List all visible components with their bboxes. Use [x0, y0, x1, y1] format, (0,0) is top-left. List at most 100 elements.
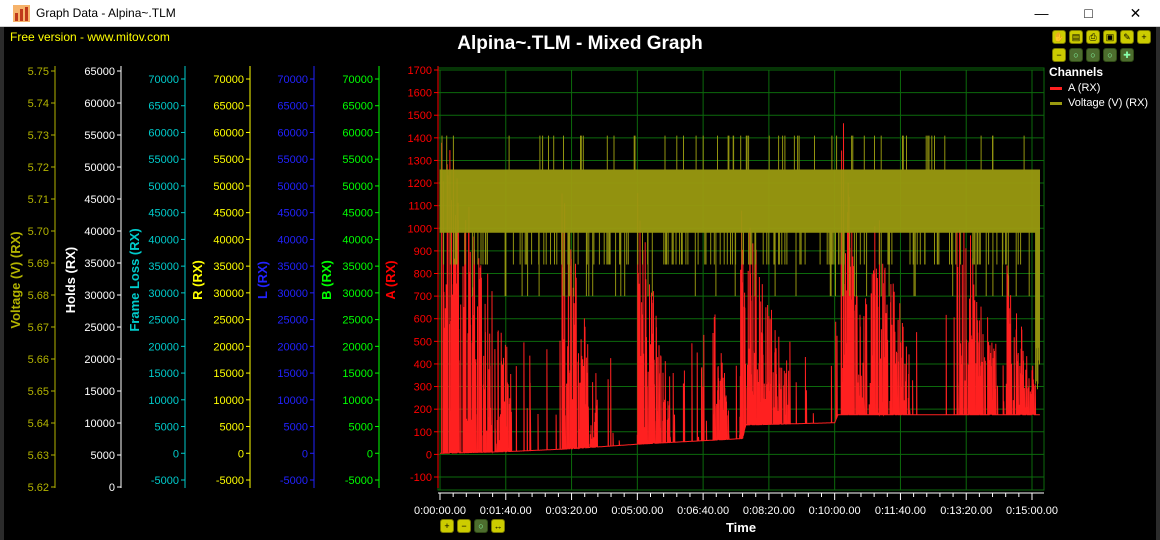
pan-horizontal-icon[interactable]: ↔ [491, 519, 505, 533]
axis-tick-label: 15000 [342, 368, 373, 380]
axis-tick-label: 0 [426, 449, 432, 461]
axis-tick-label: 35000 [148, 261, 179, 273]
pan-icon[interactable]: ✚ [1120, 48, 1134, 62]
axis-tick-label: 800 [414, 269, 432, 281]
axis-tick-label: 60000 [342, 127, 373, 139]
y-axis-6: 1700160015001400130012001100100090080070… [383, 65, 439, 488]
axis-tick-label: 50000 [148, 181, 179, 193]
legend-item-voltage[interactable]: Voltage (V) (RX) [1050, 97, 1148, 109]
axis-tick-label: 55000 [213, 154, 244, 166]
axis-tick-label: 60000 [84, 98, 115, 110]
axis-tick-label: 5.75 [28, 66, 49, 78]
axis-tick-label: 5.72 [28, 162, 49, 174]
axis-tick-label: 50000 [342, 181, 373, 193]
axis-tick-label: 5.70 [28, 226, 49, 238]
axis-tick-label: 55000 [84, 130, 115, 142]
axis-tick-label: 5.69 [28, 258, 49, 270]
x-axis-title: Time [726, 520, 756, 535]
axis-tick-label: 100 [414, 427, 432, 439]
axis-tick-label: 1600 [408, 88, 432, 100]
axis-tick-label: 40000 [342, 234, 373, 246]
axis-tick-label: 40000 [84, 226, 115, 238]
axis-tick-label: 50000 [277, 181, 308, 193]
axis-tick-label: -5000 [216, 475, 244, 487]
axis-tick-label: 5000 [349, 422, 373, 434]
axis-title: L (RX) [255, 261, 270, 299]
axis-tick-label: 5.74 [28, 98, 49, 110]
zoom-window-icon[interactable]: ○ [1086, 48, 1100, 62]
axis-tick-label: 10000 [148, 395, 179, 407]
bottom-zoom-out-icon[interactable]: − [457, 519, 471, 533]
axis-tick-label: 60000 [148, 127, 179, 139]
x-tick-label: 0:08:20.00 [743, 505, 795, 517]
zoom-reset-icon[interactable]: ○ [1069, 48, 1083, 62]
zoom-full-icon[interactable]: ○ [1103, 48, 1117, 62]
axis-tick-label: 0 [302, 448, 308, 460]
axis-tick-label: 500 [414, 336, 432, 348]
axis-tick-label: 25000 [342, 315, 373, 327]
axis-tick-label: 1300 [408, 155, 432, 167]
axis-tick-label: 10000 [213, 395, 244, 407]
axis-tick-label: 1000 [408, 223, 432, 235]
axis-tick-label: 10000 [277, 395, 308, 407]
chart-canvas[interactable]: 5.75 5.74 5.73 5.72 5.71 5.70 5.69 5.68 5.67 5.66… [0, 0, 1160, 540]
axis-tick-label: 200 [414, 404, 432, 416]
series-voltage-rx [439, 135, 1040, 390]
zoom-in-icon[interactable]: + [1137, 30, 1151, 44]
axis-tick-label: 40000 [213, 234, 244, 246]
axis-tick-label: 5.71 [28, 194, 49, 206]
axis-tick-label: 1100 [408, 201, 432, 213]
axis-title: Voltage (V) (RX) [8, 231, 23, 328]
axis-tick-label: 0 [367, 448, 373, 460]
axis-tick-label: 15000 [213, 368, 244, 380]
axis-tick-label: 25000 [213, 315, 244, 327]
x-tick-label: 0:13:20.00 [940, 505, 992, 517]
axis-tick-label: -5000 [280, 475, 308, 487]
axis-tick-label: 5.67 [28, 322, 49, 334]
axis-tick-label: 70000 [342, 74, 373, 86]
axis-tick-label: 60000 [213, 127, 244, 139]
legend-item-a[interactable]: A (RX) [1050, 82, 1100, 94]
axis-tick-label: -5000 [151, 475, 179, 487]
y-axis-3: 7000065000600005500050000450004000035000… [190, 66, 251, 488]
axis-tick-label: 40000 [277, 234, 308, 246]
axis-tick-label: 65000 [213, 101, 244, 113]
legend-title: Channels [1049, 65, 1104, 79]
axis-tick-label: 20000 [213, 341, 244, 353]
axis-tick-label: 10000 [84, 418, 115, 430]
axis-tick-label: 900 [414, 246, 432, 258]
axis-tick-label: -100 [410, 472, 432, 484]
zoom-out-icon[interactable]: − [1052, 48, 1066, 62]
x-tick-label: 0:11:40.00 [875, 505, 926, 517]
save-icon[interactable]: ▣ [1103, 30, 1117, 44]
chart-title: Alpina~.TLM - Mixed Graph [457, 33, 703, 54]
bottom-zoom-in-icon[interactable]: + [440, 519, 454, 533]
axis-tick-label: 55000 [148, 154, 179, 166]
series-voltage-path [439, 135, 1040, 390]
axis-tick-label: 0 [238, 448, 244, 460]
axis-tick-label: 65000 [84, 66, 115, 78]
axis-tick-label: -5000 [345, 475, 373, 487]
axis-tick-label: 15000 [148, 368, 179, 380]
page-icon[interactable]: ▤ [1069, 30, 1083, 44]
axis-tick-label: 700 [414, 291, 432, 303]
legend-label-a: A (RX) [1068, 82, 1101, 94]
print-icon[interactable]: ⎙ [1086, 30, 1100, 44]
axis-tick-label: 30000 [342, 288, 373, 300]
axis-title: Frame Loss (RX) [127, 228, 142, 331]
x-tick-label: 0:15:00.00 [1006, 505, 1058, 517]
hand-icon[interactable]: ✋ [1052, 30, 1066, 44]
axis-tick-label: 40000 [148, 234, 179, 246]
axis-tick-label: 70000 [213, 74, 244, 86]
x-tick-label: 0:03:20.00 [546, 505, 598, 517]
axis-tick-label: 25000 [148, 315, 179, 327]
axis-tick-label: 25000 [277, 315, 308, 327]
axis-tick-label: 1400 [408, 133, 432, 145]
wrench-icon[interactable]: ✎ [1120, 30, 1134, 44]
axis-tick-label: 55000 [277, 154, 308, 166]
axis-tick-label: 35000 [213, 261, 244, 273]
bottom-zoom-reset-icon[interactable]: ○ [474, 519, 488, 533]
axis-tick-label: 5.68 [28, 290, 49, 302]
axis-tick-label: 30000 [148, 288, 179, 300]
axis-title: B (RX) [319, 260, 334, 300]
